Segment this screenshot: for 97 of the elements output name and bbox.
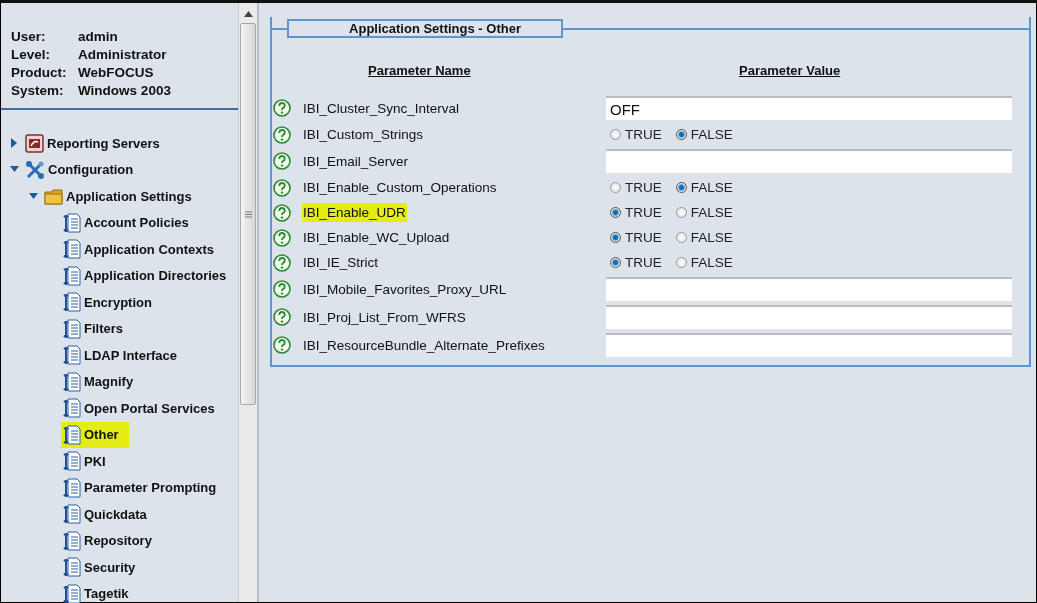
radio-label[interactable]: FALSE [690,205,733,220]
tree-item[interactable]: Account Policies [61,209,199,236]
parameter-name: IBI_Cluster_Sync_Interval [302,99,461,118]
parameter-name: IBI_Custom_Strings [302,126,425,144]
parameter-name: IBI_Mobile_Favorites_Proxy_URL [302,280,508,299]
collapse-caret-icon[interactable] [28,191,38,202]
parameter-name: IBI_Proj_List_From_WFRS [302,308,467,327]
radio-label[interactable]: TRUE [625,255,662,270]
info-label: User: [11,29,47,45]
tree-item[interactable]: Application Directories [61,262,237,289]
tree-item[interactable]: Security [61,554,146,581]
tree-item[interactable]: Filters [61,315,133,342]
document-wrench-icon [63,398,81,419]
tree-item[interactable]: Reporting Servers [23,130,170,157]
radio-label[interactable]: TRUE [625,205,662,220]
scroll-up-icon[interactable] [243,11,253,17]
tree-item[interactable]: Other [61,421,129,448]
parameter-name: IBI_Email_Server [302,152,410,171]
server-icon [25,133,44,153]
document-wrench-icon [63,477,81,498]
document-wrench-icon [63,318,81,339]
tree-item[interactable]: Quickdata [61,501,157,528]
scrollbar-thumb[interactable] [240,23,256,405]
parameter-name: IBI_Enable_WC_Upload [302,229,451,247]
tree-item[interactable]: Encryption [61,289,162,316]
tools-icon [25,159,45,180]
tree-item[interactable]: Open Portal Services [61,395,225,422]
info-value: WebFOCUS [78,65,155,81]
expand-caret-icon[interactable] [9,138,19,149]
help-icon[interactable] [273,228,291,247]
radio-label[interactable]: FALSE [690,255,733,270]
help-icon[interactable] [273,99,291,117]
info-value: Windows 2003 [78,83,172,99]
folder-icon [44,186,63,206]
radio-button[interactable] [675,182,687,193]
info-label: Level: [11,47,52,63]
help-icon[interactable] [273,178,291,197]
tree-item[interactable]: Repository [61,527,162,554]
document-wrench-icon [63,212,81,233]
help-icon[interactable] [273,125,291,144]
text-field[interactable] [606,305,1012,329]
info-value: admin [78,29,119,45]
document-wrench-icon [63,239,81,260]
radio-label[interactable]: TRUE [625,180,662,195]
document-wrench-icon [63,504,81,525]
radio-button[interactable] [610,207,621,218]
parameter-name: IBI_Enable_Custom_Operations [302,179,498,197]
text-field[interactable] [606,149,1012,173]
document-wrench-icon [63,583,81,603]
tree-item[interactable]: Application Settings [42,183,202,210]
document-wrench-icon [63,530,81,551]
parameter-name: IBI_Enable_UDR [302,203,407,222]
radio-button[interactable] [610,129,621,140]
tree-item[interactable]: Tagetik [61,580,139,603]
radio-button[interactable] [675,257,687,268]
help-icon[interactable] [273,280,291,298]
document-wrench-icon [63,345,81,366]
radio-label[interactable]: TRUE [625,230,662,245]
text-field[interactable]: OFF [606,96,1012,120]
radio-button[interactable] [675,207,687,218]
panel-title: Application Settings - Other [287,19,563,38]
radio-label[interactable]: FALSE [690,230,733,245]
radio-button[interactable] [675,129,687,140]
parameter-name: IBI_ResourceBundle_Alternate_Prefixes [302,336,546,355]
radio-button[interactable] [610,232,621,243]
info-label: System: [11,83,65,99]
tree-item[interactable]: Parameter Prompting [61,474,227,501]
radio-button[interactable] [675,232,687,243]
collapse-caret-icon[interactable] [9,164,19,175]
help-icon[interactable] [273,203,291,222]
tree-item[interactable]: PKI [61,448,116,475]
tree-item[interactable]: Magnify [61,368,144,395]
text-field[interactable] [606,277,1012,301]
tree-item[interactable]: LDAP Interface [61,342,187,369]
document-wrench-icon [63,292,81,313]
radio-label[interactable]: FALSE [690,180,733,195]
info-value: Administrator [78,47,168,63]
document-wrench-icon [63,557,81,578]
radio-button[interactable] [610,257,621,268]
help-icon[interactable] [273,336,291,354]
help-icon[interactable] [273,308,291,326]
document-wrench-icon [63,451,81,472]
radio-label[interactable]: FALSE [690,127,733,142]
tree-item[interactable]: Application Contexts [61,236,224,263]
document-wrench-icon [63,265,81,286]
tree-item[interactable]: Configuration [23,156,144,183]
radio-button[interactable] [610,182,621,193]
text-field[interactable] [606,333,1012,357]
help-icon[interactable] [273,253,291,272]
help-icon[interactable] [273,152,291,170]
document-wrench-icon [63,424,81,445]
radio-label[interactable]: TRUE [625,127,662,142]
parameter-name: IBI_IE_Strict [302,254,380,272]
column-header: Parameter Name [368,62,471,80]
info-label: Product: [11,65,68,81]
column-header: Parameter Value [739,62,841,80]
document-wrench-icon [63,371,81,392]
